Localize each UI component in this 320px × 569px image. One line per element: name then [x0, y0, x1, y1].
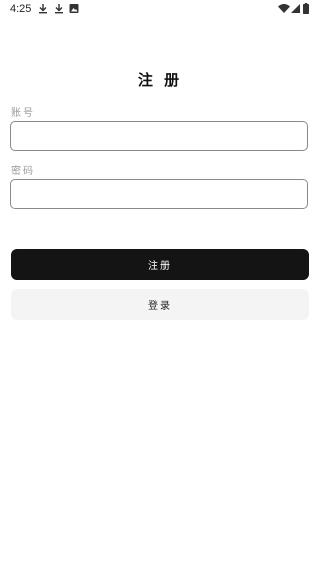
- login-button[interactable]: 登录: [11, 289, 309, 320]
- register-button[interactable]: 注册: [11, 249, 309, 280]
- status-bar: 4:25: [0, 0, 320, 18]
- page-title: 注 册: [137, 71, 183, 89]
- image-notification-icon: [69, 3, 79, 14]
- cell-signal-icon: [291, 3, 301, 14]
- password-input[interactable]: [10, 179, 308, 209]
- register-button-label: 注册: [148, 261, 172, 272]
- download-icon: [38, 3, 48, 14]
- account-label: 账号: [11, 108, 35, 119]
- battery-icon: [303, 3, 309, 14]
- status-time: 4:25: [10, 3, 32, 15]
- login-button-label: 登录: [148, 301, 172, 312]
- account-input[interactable]: [10, 121, 308, 151]
- download-icon: [54, 3, 64, 14]
- wifi-icon: [278, 3, 290, 14]
- password-label: 密码: [11, 166, 35, 177]
